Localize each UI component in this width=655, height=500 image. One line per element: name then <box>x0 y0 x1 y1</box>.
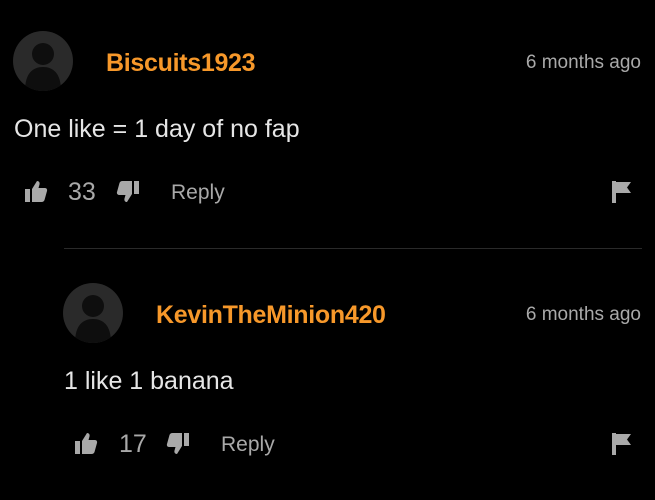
thumbs-down-icon[interactable] <box>116 180 140 209</box>
divider <box>64 248 642 249</box>
comment-text: 1 like 1 banana <box>64 367 234 395</box>
reply-button[interactable]: Reply <box>221 433 275 457</box>
username[interactable]: KevinTheMinion420 <box>156 301 386 330</box>
comment-actions: 33 Reply <box>0 176 655 206</box>
timestamp: 6 months ago <box>525 304 641 325</box>
timestamp: 6 months ago <box>525 52 641 73</box>
avatar-icon <box>75 295 111 343</box>
thumbs-up-icon[interactable] <box>24 179 48 208</box>
avatar[interactable] <box>13 31 73 91</box>
like-count: 17 <box>119 430 147 458</box>
avatar-icon <box>25 43 61 91</box>
flag-icon[interactable] <box>611 432 633 461</box>
username[interactable]: Biscuits1923 <box>106 49 256 78</box>
comment: Biscuits1923 6 months ago One like = 1 d… <box>0 0 655 250</box>
comment-actions: 17 Reply <box>0 428 655 458</box>
comment-reply: KevinTheMinion420 6 months ago 1 like 1 … <box>0 250 655 500</box>
reply-button[interactable]: Reply <box>171 181 225 205</box>
avatar[interactable] <box>63 283 123 343</box>
flag-icon[interactable] <box>611 180 633 209</box>
thumbs-up-icon[interactable] <box>74 431 98 460</box>
like-count: 33 <box>68 178 96 206</box>
thumbs-down-icon[interactable] <box>166 432 190 461</box>
comment-text: One like = 1 day of no fap <box>14 115 300 143</box>
